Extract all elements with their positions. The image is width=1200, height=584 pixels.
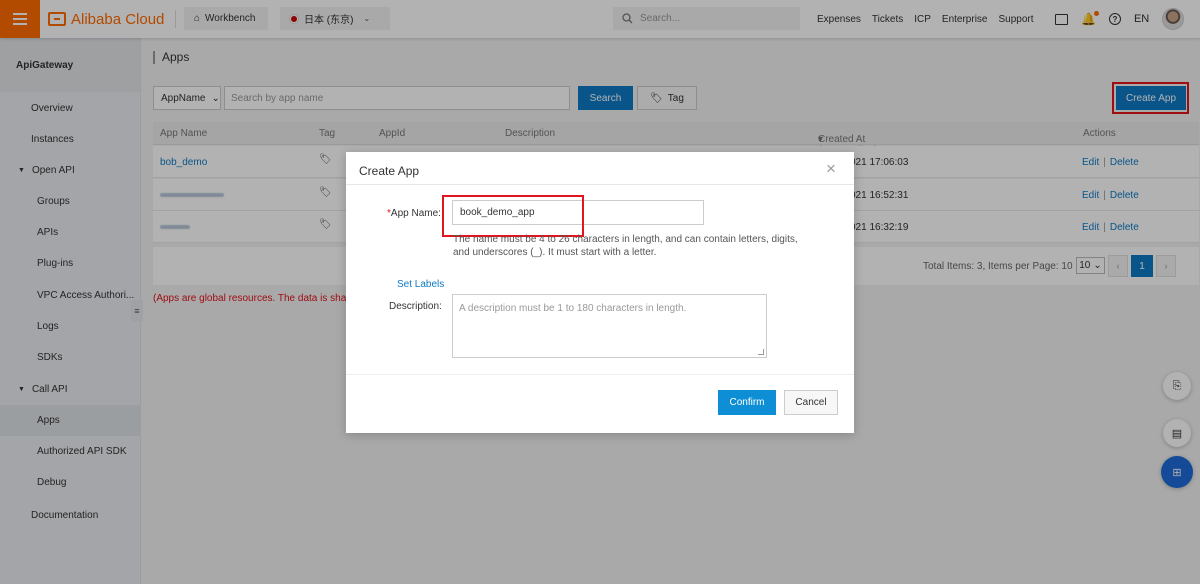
highlight-box: [442, 195, 584, 237]
app-name-label-text: App Name:: [390, 208, 441, 219]
description-placeholder: A description must be 1 to 180 character…: [459, 303, 687, 314]
divider: [346, 184, 854, 185]
confirm-button[interactable]: Confirm: [718, 390, 776, 415]
description-textarea[interactable]: A description must be 1 to 180 character…: [452, 294, 767, 358]
resize-handle-icon[interactable]: [758, 349, 764, 355]
divider: [346, 374, 854, 375]
description-label: Description:: [389, 301, 442, 312]
close-icon[interactable]: ×: [826, 160, 836, 177]
dialog-title: Create App: [359, 164, 420, 178]
set-labels-link[interactable]: Set Labels: [397, 279, 444, 290]
create-app-dialog: Create App × *App Name: book_demo_app Th…: [346, 152, 854, 433]
app-name-help-text: The name must be 4 to 26 characters in l…: [453, 234, 798, 258]
app-name-label: *App Name:: [387, 208, 441, 219]
cancel-button[interactable]: Cancel: [784, 390, 838, 415]
